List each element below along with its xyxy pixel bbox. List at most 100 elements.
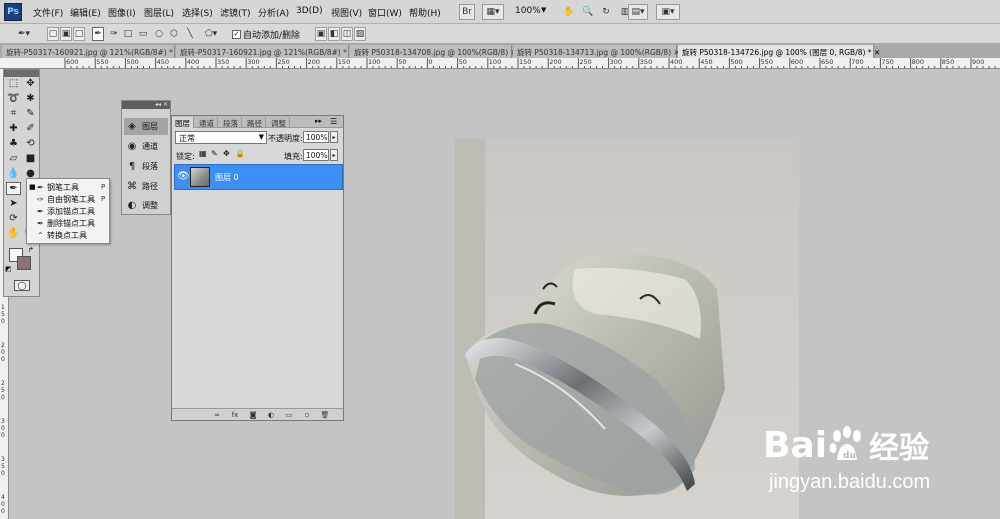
eyedropper-tool-icon[interactable]: ✎ <box>23 107 38 120</box>
lock-transparent-icon[interactable]: ▦ <box>199 149 207 158</box>
delete-layer-icon[interactable]: 🗑 <box>320 410 330 419</box>
brush-tool-icon[interactable]: ✐ <box>23 122 38 135</box>
rounded-rect-shape-icon[interactable]: ▭ <box>137 27 149 41</box>
blur-tool-icon[interactable]: 💧 <box>6 167 21 180</box>
menu-image[interactable]: 图像(I) <box>108 6 136 19</box>
tab-layers[interactable]: 图层 <box>172 117 194 128</box>
bridge-icon[interactable]: Br <box>459 4 475 20</box>
pen-tool-icon[interactable]: ✒ <box>6 182 21 195</box>
dock-item-channels[interactable]: ◉ 通道 <box>124 138 168 155</box>
path-selection-tool-icon[interactable]: ➤ <box>6 197 21 210</box>
panel-menu-icon[interactable]: ☰ <box>330 117 337 126</box>
swap-colors-icon[interactable]: ↱ <box>28 246 34 254</box>
rectangle-shape-icon[interactable]: □ <box>122 27 134 41</box>
screen-mode-icon[interactable]: ▣▾ <box>656 4 680 20</box>
path-combine-icon[interactable]: ▣ <box>315 27 327 41</box>
tab-paths[interactable]: 路径 <box>244 117 266 128</box>
healing-brush-tool-icon[interactable]: ✚ <box>6 122 21 135</box>
eraser-tool-icon[interactable]: ▱ <box>6 152 21 165</box>
tab-channels[interactable]: 通道 <box>196 117 218 128</box>
auto-add-delete-checkbox[interactable]: ✓ <box>232 30 241 39</box>
lock-image-icon[interactable]: ✎ <box>211 149 218 158</box>
fill-pixels-icon[interactable]: □ <box>73 27 85 41</box>
toolbox-header[interactable] <box>4 70 39 77</box>
tab-document-1[interactable]: 旋转-P50317-160921.jpg @ 121%(RGB/8#) * ✕ <box>2 45 182 58</box>
menu-analysis[interactable]: 分析(A) <box>258 6 289 19</box>
zoom-level[interactable]: 100% <box>515 6 541 16</box>
menu-edit[interactable]: 编辑(E) <box>70 6 101 19</box>
path-exclude-icon[interactable]: ▨ <box>354 27 366 41</box>
tab-document-4[interactable]: 旋转 P50318-134713.jpg @ 100%(RGB/8) ✕ <box>513 45 680 58</box>
path-intersect-icon[interactable]: ◫ <box>341 27 353 41</box>
menu-select[interactable]: 选择(S) <box>182 6 213 19</box>
link-layers-icon[interactable]: ∞ <box>212 410 222 419</box>
flyout-item-pen[interactable]: ■ ✒ 钢笔工具 P <box>29 181 109 193</box>
opacity-field[interactable]: 100% <box>303 131 329 143</box>
dock-item-adjustments[interactable]: ◐ 调整 <box>124 197 168 214</box>
layer-style-icon[interactable]: fx <box>230 410 240 419</box>
new-layer-icon[interactable]: ▫ <box>302 410 312 419</box>
blend-mode-select[interactable]: 正常 ▼ <box>175 131 267 144</box>
line-shape-icon[interactable]: ╲ <box>184 27 196 41</box>
view-extras-icon[interactable]: ▦▾ <box>482 4 504 20</box>
collapse-panel-icon[interactable]: ▸▸ <box>315 117 322 125</box>
pen-preset-icon[interactable]: ✒▾ <box>14 27 34 41</box>
dock-item-layers[interactable]: ◈ 图层 <box>124 118 168 135</box>
tab-document-2[interactable]: 旋转-P50317-160921.jpg @ 121%(RGB/8#) * ✕ <box>176 45 356 58</box>
move-tool-icon[interactable]: ✥ <box>23 77 38 90</box>
layer-row[interactable]: 👁 图层 0 <box>174 164 343 190</box>
visibility-eye-icon[interactable]: 👁 <box>177 171 190 182</box>
3d-rotate-tool-icon[interactable]: ⟳ <box>6 212 21 225</box>
hand-tool-icon[interactable]: ✋ <box>6 227 21 240</box>
menu-3d[interactable]: 3D(D) <box>296 6 323 16</box>
lasso-tool-icon[interactable]: ➰ <box>6 92 21 105</box>
dock-header[interactable]: ◂◂ ✕ <box>122 101 170 109</box>
adjustment-layer-icon[interactable]: ◐ <box>266 410 276 419</box>
history-brush-tool-icon[interactable]: ⟲ <box>23 137 38 150</box>
zoom-icon[interactable]: 🔍 <box>581 4 595 20</box>
menu-layer[interactable]: 图层(L) <box>144 6 174 19</box>
rotate-view-icon[interactable]: ↻ <box>599 4 613 20</box>
tab-adjustments[interactable]: 调整 <box>268 117 290 128</box>
dock-item-paragraph[interactable]: ¶ 段落 <box>124 158 168 175</box>
polygon-shape-icon[interactable]: ⬡ <box>168 27 180 41</box>
magic-wand-tool-icon[interactable]: ✱ <box>23 92 38 105</box>
flyout-item-add-anchor[interactable]: ✒ 添加锚点工具 <box>29 205 109 217</box>
gradient-tool-icon[interactable]: ■ <box>23 152 38 165</box>
shape-layers-icon[interactable]: ▢ <box>47 27 59 41</box>
flyout-item-delete-anchor[interactable]: ✒ 删除锚点工具 <box>29 217 109 229</box>
ellipse-shape-icon[interactable]: ○ <box>153 27 165 41</box>
marquee-tool-icon[interactable]: ⬚ <box>6 77 21 90</box>
auto-add-delete-option[interactable]: ✓ 自动添加/删除 <box>232 28 300 41</box>
clone-stamp-tool-icon[interactable]: ♣ <box>6 137 21 150</box>
flyout-item-freeform-pen[interactable]: ✑ 自由钢笔工具 P <box>29 193 109 205</box>
freeform-pen-icon[interactable]: ✑ <box>108 27 120 41</box>
crop-tool-icon[interactable]: ⌗ <box>6 107 21 120</box>
menu-file[interactable]: 文件(F) <box>33 6 63 19</box>
new-group-icon[interactable]: ▭ <box>284 410 294 419</box>
custom-shape-icon[interactable]: ⬠▾ <box>200 27 222 41</box>
opacity-slider-icon[interactable]: ▸ <box>330 131 338 143</box>
tab-paragraph[interactable]: 段落 <box>220 117 242 128</box>
zoom-dropdown-icon[interactable]: ▼ <box>541 6 546 14</box>
lock-position-icon[interactable]: ✥ <box>223 149 230 158</box>
quick-mask-icon[interactable]: ◯ <box>14 280 30 291</box>
default-colors-icon[interactable]: ◩ <box>5 265 12 273</box>
path-subtract-icon[interactable]: ◧ <box>328 27 340 41</box>
hand-icon[interactable]: ✋ <box>562 4 576 20</box>
dock-item-paths[interactable]: ⌘ 路径 <box>124 178 168 195</box>
tab-document-3[interactable]: 旋转 P50318-134708.jpg @ 100%(RGB/8) ✕ <box>350 45 517 58</box>
fill-slider-icon[interactable]: ▸ <box>330 149 338 161</box>
layer-name[interactable]: 图层 0 <box>215 172 239 183</box>
layer-mask-icon[interactable]: ◙ <box>248 410 258 419</box>
lock-all-icon[interactable]: 🔒 <box>235 149 245 158</box>
pen-tool-option-icon[interactable]: ✒ <box>92 27 104 41</box>
menu-view[interactable]: 视图(V) <box>331 6 362 19</box>
background-color-swatch[interactable] <box>17 256 31 270</box>
flyout-item-convert-point[interactable]: ⌃ 转换点工具 <box>29 229 109 241</box>
paths-mode-icon[interactable]: ▣ <box>60 27 72 41</box>
arrange-documents-icon[interactable]: ▤▾ <box>628 4 648 20</box>
fill-field[interactable]: 100% <box>303 149 329 161</box>
menu-filter[interactable]: 滤镜(T) <box>220 6 251 19</box>
document-canvas[interactable] <box>455 139 799 519</box>
